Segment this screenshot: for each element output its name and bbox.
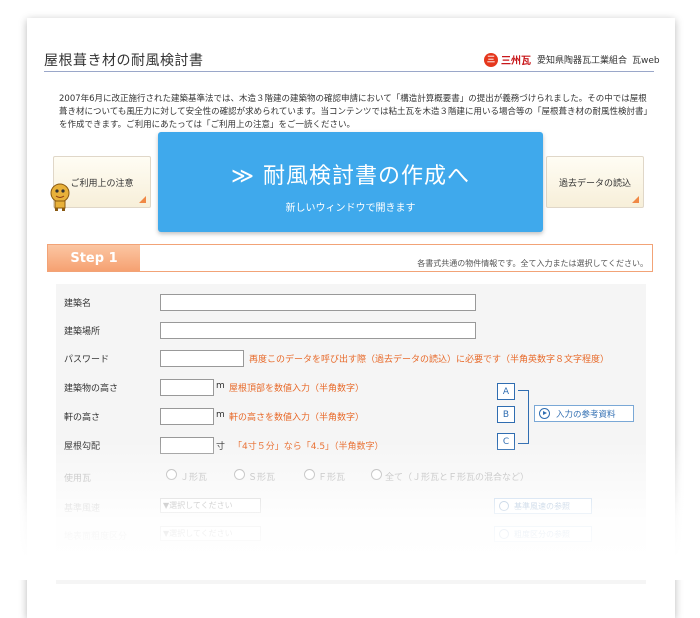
step-note: 各書式共通の物件情報です。全て入力または選択してください。 [417, 259, 648, 268]
create-report-sublabel: 新しいウィンドウで開きます [285, 203, 416, 214]
password-row: パスワード 再度このデータを呼び出す際（過去データの読込）に必要です（半角英数字… [56, 347, 646, 367]
roof-pitch-row: 屋根勾配 寸 「4寸５分」なら「4.5」（半角数字） [56, 434, 646, 454]
diagram-ref-c[interactable]: C [497, 433, 515, 450]
logo-mark-icon: 三 [484, 52, 498, 67]
eave-height-label: 軒の高さ [64, 413, 101, 423]
roof-pitch-unit: 寸 [216, 442, 226, 452]
tile-type-row: 使用瓦 Ｊ形瓦 Ｓ形瓦 Ｆ形瓦 全て（Ｊ形瓦とＦ形瓦の混合など） [56, 466, 646, 486]
input-reference-button[interactable]: 入力の参考資料 [534, 405, 634, 422]
building-site-label: 建築場所 [64, 327, 101, 337]
logo-brand: 三州瓦 [501, 56, 531, 67]
roof-pitch-input[interactable] [160, 437, 214, 454]
building-site-row: 建築場所 [56, 319, 646, 339]
create-report-label: ≫ 耐風検討書の作成へ [230, 164, 471, 189]
tile-s-label: Ｓ形瓦 [248, 473, 276, 483]
corner-arrow-icon [139, 196, 146, 203]
password-hint: 再度このデータを呼び出す際（過去データの読込）に必要です（半角英数字８文字程度） [249, 355, 610, 365]
building-height-label: 建築物の高さ [64, 384, 119, 394]
play-circle-icon [499, 529, 509, 539]
mascot-icon [50, 183, 70, 211]
roughness-select[interactable]: ▼選択してください [160, 526, 261, 541]
base-wind-speed-select[interactable]: ▼選択してください [160, 498, 261, 513]
site-logo[interactable]: 三 三州瓦 愛知県陶器瓦工業組合 瓦web [484, 52, 660, 67]
tile-j-label: Ｊ形瓦 [180, 473, 208, 483]
tile-all-radio[interactable] [371, 469, 382, 480]
eave-height-hint: 軒の高さを数値入力（半角数字） [229, 413, 365, 423]
usage-notice-label: ご利用上の注意 [70, 178, 134, 189]
corner-arrow-icon [632, 196, 639, 203]
eave-height-input[interactable] [160, 408, 214, 425]
building-name-input[interactable] [160, 294, 476, 311]
logo-organization: 愛知県陶器瓦工業組合 [537, 56, 628, 66]
intro-text: 2007年6月に改正施行された建築基準法では、木造３階建の建築物の確認申請におい… [59, 94, 648, 130]
tile-type-label: 使用瓦 [64, 474, 92, 484]
tile-f-radio[interactable] [304, 469, 315, 480]
building-height-row: 建築物の高さ m 屋根頂部を数値入力（半角数字） [56, 376, 646, 396]
roughness-reference-label: 粗度区分の参照 [514, 529, 570, 539]
tile-all-label: 全て（Ｊ形瓦とＦ形瓦の混合など） [385, 473, 530, 483]
diagram-ref-a[interactable]: A [497, 383, 515, 400]
page-title: 屋根葺き材の耐風検討書 [44, 53, 204, 69]
wind-speed-reference-button[interactable]: 基準風速の参照 [494, 498, 592, 514]
play-circle-icon [539, 408, 550, 419]
wind-speed-reference-label: 基準風速の参照 [514, 501, 570, 511]
input-reference-label: 入力の参考資料 [556, 409, 616, 420]
step1-header: Step 1 各書式共通の物件情報です。全て入力または選択してください。 [47, 244, 653, 272]
tile-s-radio[interactable] [234, 469, 245, 480]
eave-height-unit: m [216, 410, 225, 420]
load-past-data-button[interactable]: 過去データの読込 [546, 156, 644, 208]
building-height-unit: m [216, 381, 225, 391]
diagram-ref-b[interactable]: B [497, 406, 515, 423]
create-report-button[interactable]: ≫ 耐風検討書の作成へ 新しいウィンドウで開きます [158, 132, 543, 232]
building-site-input[interactable] [160, 322, 476, 339]
step-label: Step 1 [48, 245, 140, 271]
building-name-row: 建築名 [56, 291, 646, 311]
play-circle-icon [499, 501, 509, 511]
building-name-label: 建築名 [64, 299, 92, 309]
load-past-data-label: 過去データの読込 [558, 178, 631, 189]
logo-web: 瓦web [632, 56, 660, 66]
password-input[interactable] [160, 350, 244, 367]
roughness-label: 地表面粗度区分 [64, 532, 128, 542]
password-label: パスワード [64, 355, 110, 365]
tile-j-radio[interactable] [166, 469, 177, 480]
building-height-hint: 屋根頂部を数値入力（半角数字） [229, 384, 365, 394]
roof-pitch-label: 屋根勾配 [64, 442, 101, 452]
base-wind-speed-label: 基準風速 [64, 504, 101, 514]
roof-pitch-hint: 「4寸５分」なら「4.5」（半角数字） [233, 442, 384, 452]
diagram-bracket [518, 390, 529, 444]
roughness-reference-button[interactable]: 粗度区分の参照 [494, 526, 592, 542]
header-divider [44, 71, 654, 72]
building-height-input[interactable] [160, 379, 214, 396]
tile-f-label: Ｆ形瓦 [318, 473, 346, 483]
